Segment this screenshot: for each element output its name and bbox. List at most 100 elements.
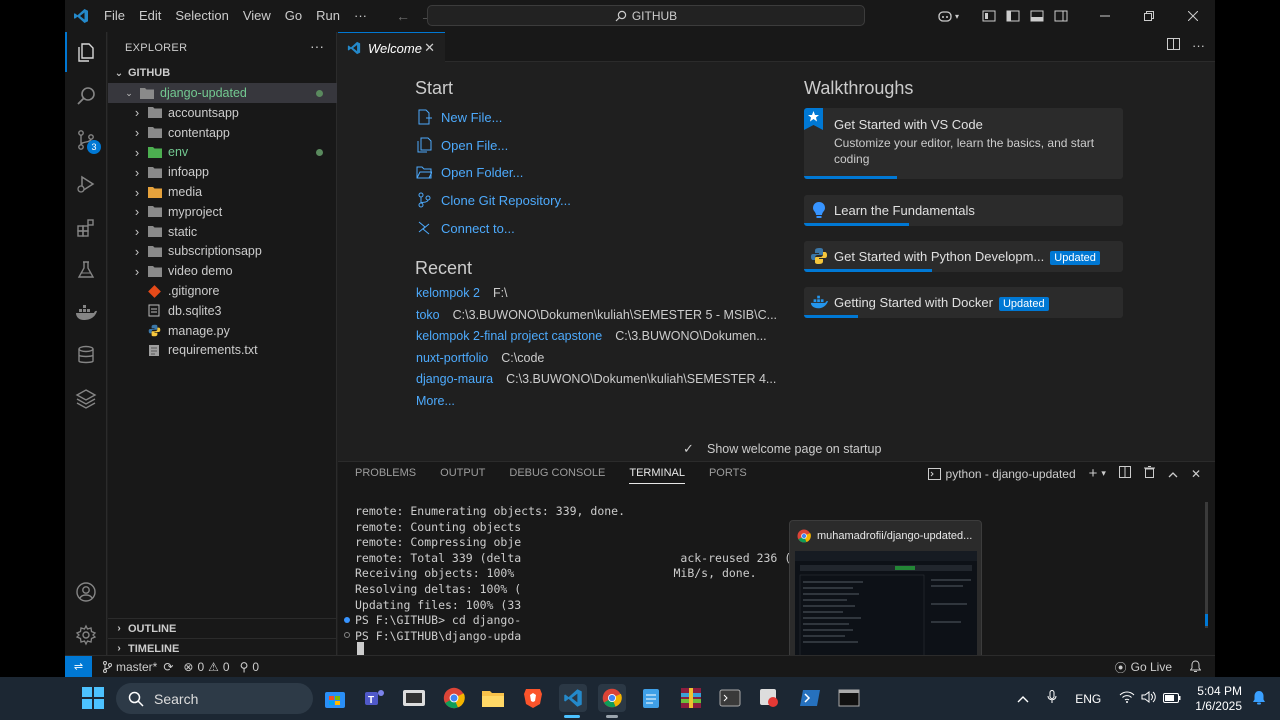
terminal-app-icon[interactable] bbox=[717, 685, 743, 711]
branch-indicator[interactable]: master* bbox=[102, 660, 157, 674]
menu-more[interactable]: ··· bbox=[347, 0, 374, 32]
explorer-item[interactable]: › infoapp bbox=[108, 162, 337, 182]
notification-bell-icon[interactable] bbox=[1252, 690, 1266, 708]
media-player-icon[interactable] bbox=[401, 685, 427, 711]
walkthrough-vscode-card[interactable]: Get Started with VS Code Customize your … bbox=[804, 108, 1123, 179]
close-tab-icon[interactable]: ✕ bbox=[424, 40, 435, 56]
taskbar-preview-popup[interactable]: muhamadrofii/django-updated... bbox=[789, 520, 982, 667]
menu-file[interactable]: File bbox=[97, 0, 132, 32]
copilot-icon[interactable]: ▾ bbox=[931, 0, 965, 32]
command-center-search[interactable]: GITHUB bbox=[427, 5, 865, 26]
taskbar-search[interactable]: Search bbox=[116, 683, 313, 714]
menu-run[interactable]: Run bbox=[309, 0, 347, 32]
vscode-taskbar-icon[interactable] bbox=[559, 684, 587, 712]
file-explorer-icon[interactable] bbox=[480, 685, 506, 711]
terminal-output[interactable]: remote: Enumerating objects: 339, done. r… bbox=[355, 504, 840, 644]
wifi-icon[interactable] bbox=[1119, 691, 1135, 706]
maximize-panel-chevron-up-icon[interactable] bbox=[1168, 467, 1178, 481]
sync-icon[interactable]: ⟳ bbox=[163, 660, 173, 674]
source-control-icon[interactable]: 3 bbox=[65, 120, 107, 160]
explorer-more-actions[interactable]: ··· bbox=[310, 38, 324, 54]
close-panel-icon[interactable]: ✕ bbox=[1191, 467, 1201, 481]
search-view-icon[interactable] bbox=[65, 76, 107, 116]
testing-flask-icon[interactable] bbox=[65, 250, 107, 290]
terminal-scrollbar[interactable] bbox=[1205, 502, 1208, 628]
run-debug-icon[interactable] bbox=[65, 164, 107, 204]
walkthrough-fundamentals-card[interactable]: Learn the Fundamentals bbox=[804, 195, 1123, 226]
explorer-item[interactable]: › accountsapp bbox=[108, 103, 337, 123]
tab-terminal[interactable]: TERMINAL bbox=[629, 467, 685, 484]
tab-problems[interactable]: PROBLEMS bbox=[355, 467, 416, 484]
explorer-icon[interactable] bbox=[65, 32, 107, 72]
layers-icon[interactable] bbox=[65, 378, 107, 418]
explorer-item[interactable]: › video demo bbox=[108, 261, 337, 281]
explorer-item[interactable]: requirements.txt bbox=[108, 340, 337, 360]
docker-icon[interactable] bbox=[65, 292, 107, 332]
explorer-item[interactable]: › subscriptionsapp bbox=[108, 241, 337, 261]
recent-item[interactable]: kelompok 2-final project capstone C:\3.BU… bbox=[416, 326, 767, 346]
clock[interactable]: 5:04 PM 1/6/2025 bbox=[1195, 684, 1242, 714]
settings-gear-icon[interactable] bbox=[65, 615, 107, 655]
open-folder-link[interactable]: Open Folder... bbox=[415, 160, 523, 184]
chrome-taskbar-icon[interactable] bbox=[441, 685, 467, 711]
close-window-button[interactable] bbox=[1171, 0, 1215, 32]
explorer-item[interactable]: › env bbox=[108, 142, 337, 162]
clone-git-link[interactable]: Clone Git Repository... bbox=[415, 188, 571, 212]
toggle-secondary-sidebar-icon[interactable] bbox=[1049, 0, 1073, 32]
toggle-panel-icon[interactable] bbox=[1025, 0, 1049, 32]
walkthrough-python-card[interactable]: Get Started with Python Developm... Updat… bbox=[804, 241, 1123, 272]
terminal-dropdown-chevron-icon[interactable]: ▾ bbox=[1101, 468, 1106, 479]
recent-item[interactable]: nuxt-portfolio C:\code bbox=[416, 348, 544, 368]
snipping-tool-icon[interactable] bbox=[756, 685, 782, 711]
explorer-item[interactable]: .gitignore bbox=[108, 281, 337, 301]
tray-overflow-chevron-icon[interactable] bbox=[1017, 692, 1029, 706]
explorer-folder-django-updated[interactable]: ⌄ django-updated bbox=[108, 83, 337, 103]
walkthrough-docker-card[interactable]: Getting Started with Docker Updated bbox=[804, 287, 1123, 318]
explorer-item[interactable]: › static bbox=[108, 222, 337, 242]
go-live-button[interactable]: ⦿ Go Live bbox=[1115, 659, 1172, 676]
new-file-link[interactable]: New File... bbox=[415, 105, 502, 129]
more-recent-link[interactable]: More... bbox=[416, 391, 455, 411]
split-editor-icon[interactable] bbox=[1167, 38, 1180, 53]
explorer-item[interactable]: manage.py bbox=[108, 321, 337, 341]
database-icon[interactable] bbox=[65, 335, 107, 375]
brave-icon[interactable] bbox=[520, 685, 546, 711]
accounts-icon[interactable] bbox=[65, 572, 107, 612]
outline-section[interactable]: › OUTLINE bbox=[108, 618, 337, 638]
customize-layout-icon[interactable] bbox=[977, 0, 1001, 32]
restore-button[interactable] bbox=[1127, 0, 1171, 32]
notepad-icon[interactable] bbox=[638, 685, 664, 711]
recent-item[interactable]: django-maura C:\3.BUWONO\Dokumen\kuliah\S… bbox=[416, 369, 776, 389]
explorer-item[interactable]: › media bbox=[108, 182, 337, 202]
minimize-button[interactable] bbox=[1083, 0, 1127, 32]
notifications-bell-icon[interactable] bbox=[1189, 659, 1202, 675]
new-terminal-icon[interactable]: + bbox=[1089, 465, 1098, 482]
menu-selection[interactable]: Selection bbox=[168, 0, 235, 32]
powershell-icon[interactable] bbox=[797, 685, 823, 711]
terminal-selector[interactable]: python - django-updated bbox=[927, 467, 1076, 481]
problems-indicator[interactable]: ⊗ 0 ⚠ 0 bbox=[183, 660, 229, 674]
tab-ports[interactable]: PORTS bbox=[709, 467, 747, 484]
recent-item[interactable]: toko C:\3.BUWONO\Dokumen\kuliah\SEMESTER … bbox=[416, 305, 777, 325]
chrome-profile-taskbar-icon[interactable] bbox=[598, 684, 626, 712]
menu-go[interactable]: Go bbox=[278, 0, 309, 32]
remote-indicator-icon[interactable]: ⇌ bbox=[65, 655, 92, 677]
volume-icon[interactable] bbox=[1141, 691, 1157, 706]
store-icon[interactable] bbox=[322, 685, 348, 711]
recent-item[interactable]: kelompok 2 F:\ bbox=[416, 283, 508, 303]
explorer-item[interactable]: db.sqlite3 bbox=[108, 301, 337, 321]
editor-more-actions-icon[interactable]: ··· bbox=[1192, 38, 1205, 53]
tab-output[interactable]: OUTPUT bbox=[440, 467, 485, 484]
winrar-icon[interactable] bbox=[678, 685, 704, 711]
root-folder-section[interactable]: ⌄ GITHUB bbox=[108, 63, 337, 83]
menu-edit[interactable]: Edit bbox=[132, 0, 168, 32]
language-indicator[interactable]: ENG bbox=[1075, 692, 1101, 706]
microphone-icon[interactable] bbox=[1047, 690, 1057, 707]
cmd-icon[interactable] bbox=[836, 685, 862, 711]
back-arrow-icon[interactable]: ← bbox=[396, 8, 410, 24]
windows-start-icon[interactable] bbox=[80, 685, 106, 711]
teams-icon[interactable]: T bbox=[362, 685, 388, 711]
tab-welcome[interactable]: Welcome ✕ bbox=[338, 32, 445, 63]
show-welcome-checkbox[interactable]: ✓ Show welcome page on startup bbox=[683, 442, 881, 457]
explorer-item[interactable]: › myproject bbox=[108, 202, 337, 222]
